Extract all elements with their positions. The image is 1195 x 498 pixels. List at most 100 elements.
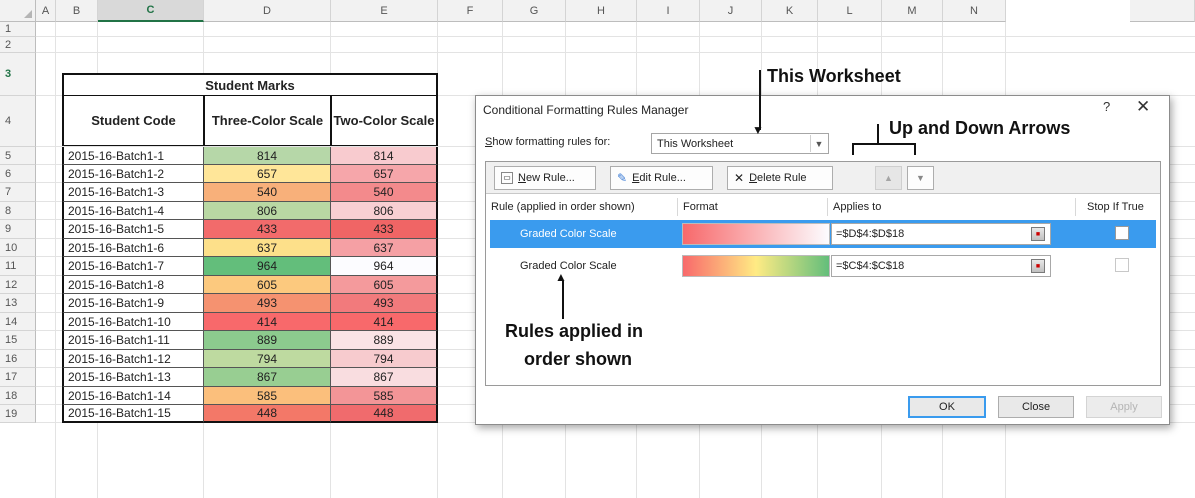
row-header-7[interactable]: 7 [0,183,36,202]
cell-three-color[interactable]: 794 [204,350,331,368]
cell-two-color[interactable]: 964 [331,257,438,276]
cell-three-color[interactable]: 867 [204,368,331,387]
cell-three-color[interactable]: 657 [204,165,331,183]
show-rules-dropdown[interactable]: This Worksheet ▼ [651,133,829,154]
row-header-18[interactable]: 18 [0,387,36,405]
row-header-2[interactable]: 2 [0,37,36,53]
row-header-9[interactable]: 9 [0,220,36,239]
cell-three-color[interactable]: 889 [204,331,331,350]
cell-three-color[interactable]: 585 [204,387,331,405]
cell-two-color[interactable]: 814 [331,147,438,165]
header-student-code[interactable]: Student Code [62,96,204,146]
apply-button[interactable]: Apply [1086,396,1162,418]
applies-to-field[interactable]: =$C$4:$C$18 ■ [831,255,1051,277]
chevron-down-icon[interactable]: ▼ [810,135,827,152]
table-title[interactable]: Student Marks [62,73,438,96]
row-header-19[interactable]: 19 [0,405,36,423]
cell-student-code[interactable]: 2015-16-Batch1-4 [62,202,204,220]
column-header-f[interactable]: F [438,0,503,22]
row-header-10[interactable]: 10 [0,239,36,257]
cell-two-color[interactable]: 889 [331,331,438,350]
cell-two-color[interactable]: 806 [331,202,438,220]
cell-student-code[interactable]: 2015-16-Batch1-1 [62,147,204,165]
delete-rule-button[interactable]: ✕ Delete Rule [727,166,833,190]
column-header-h[interactable]: H [566,0,637,22]
column-header-g[interactable]: G [503,0,566,22]
stop-if-true-checkbox[interactable] [1115,258,1129,272]
row-header-4[interactable]: 4 [0,96,36,147]
cell-student-code[interactable]: 2015-16-Batch1-13 [62,368,204,387]
cell-two-color[interactable]: 433 [331,220,438,239]
cell-two-color[interactable]: 794 [331,350,438,368]
cell-two-color[interactable]: 605 [331,276,438,294]
cell-three-color[interactable]: 414 [204,313,331,331]
row-header-13[interactable]: 13 [0,294,36,313]
cell-three-color[interactable]: 637 [204,239,331,257]
row-header-8[interactable]: 8 [0,202,36,220]
column-header-i[interactable]: I [637,0,700,22]
column-header-d[interactable]: D [204,0,331,22]
cell-three-color[interactable]: 605 [204,276,331,294]
close-icon[interactable]: ✕ [1136,97,1150,117]
column-header-e[interactable]: E [331,0,438,22]
cell-two-color[interactable]: 414 [331,313,438,331]
cell-student-code[interactable]: 2015-16-Batch1-12 [62,350,204,368]
row-header-1[interactable]: 1 [0,22,36,37]
row-header-17[interactable]: 17 [0,368,36,387]
row-header-12[interactable]: 12 [0,276,36,294]
move-up-button[interactable]: ▲ [875,166,902,190]
column-header-j[interactable]: J [700,0,762,22]
cell-three-color[interactable]: 964 [204,257,331,276]
header-three-color[interactable]: Three-Color Scale [204,96,331,146]
cell-student-code[interactable]: 2015-16-Batch1-10 [62,313,204,331]
cell-two-color[interactable]: 637 [331,239,438,257]
ok-button[interactable]: OK [908,396,986,418]
stop-if-true-checkbox[interactable] [1115,226,1129,240]
column-header-l[interactable]: L [818,0,882,22]
help-button[interactable]: ? [1103,99,1110,114]
row-header-14[interactable]: 14 [0,313,36,331]
row-header-3[interactable]: 3 [0,53,36,96]
cell-two-color[interactable]: 493 [331,294,438,313]
cell-three-color[interactable]: 433 [204,220,331,239]
row-header-15[interactable]: 15 [0,331,36,350]
cell-student-code[interactable]: 2015-16-Batch1-11 [62,331,204,350]
cell-two-color[interactable]: 585 [331,387,438,405]
rule-row[interactable]: Graded Color Scale =$D$4:$D$18 ■ [490,220,1156,248]
cell-two-color[interactable]: 657 [331,165,438,183]
column-header-m[interactable]: M [882,0,943,22]
column-header-c[interactable]: C [98,0,204,22]
cell-three-color[interactable]: 814 [204,147,331,165]
rule-row[interactable]: Graded Color Scale =$C$4:$C$18 ■ [490,252,1156,280]
cell-student-code[interactable]: 2015-16-Batch1-8 [62,276,204,294]
cell-two-color[interactable]: 867 [331,368,438,387]
cell-two-color[interactable]: 540 [331,183,438,202]
column-header-a[interactable]: A [36,0,56,22]
range-select-icon[interactable]: ■ [1031,227,1045,241]
close-button[interactable]: Close [998,396,1074,418]
column-header-partial[interactable] [1130,0,1195,22]
row-header-5[interactable]: 5 [0,147,36,165]
cell-student-code[interactable]: 2015-16-Batch1-6 [62,239,204,257]
cell-student-code[interactable]: 2015-16-Batch1-14 [62,387,204,405]
cell-student-code[interactable]: 2015-16-Batch1-9 [62,294,204,313]
move-down-button[interactable]: ▼ [907,166,934,190]
row-header-6[interactable]: 6 [0,165,36,183]
cell-three-color[interactable]: 448 [204,405,331,423]
column-header-n[interactable]: N [943,0,1006,22]
range-select-icon[interactable]: ■ [1031,259,1045,273]
cell-student-code[interactable]: 2015-16-Batch1-7 [62,257,204,276]
cell-three-color[interactable]: 540 [204,183,331,202]
cell-student-code[interactable]: 2015-16-Batch1-5 [62,220,204,239]
header-two-color[interactable]: Two-Color Scale [331,96,438,146]
cell-student-code[interactable]: 2015-16-Batch1-15 [62,405,204,423]
column-header-b[interactable]: B [56,0,98,22]
cell-two-color[interactable]: 448 [331,405,438,423]
select-all-corner[interactable] [0,0,36,22]
applies-to-field[interactable]: =$D$4:$D$18 ■ [831,223,1051,245]
cell-student-code[interactable]: 2015-16-Batch1-3 [62,183,204,202]
edit-rule-button[interactable]: ✎ Edit Rule... [610,166,713,190]
cell-three-color[interactable]: 493 [204,294,331,313]
new-rule-button[interactable]: ▭ New Rule... [494,166,596,190]
cell-student-code[interactable]: 2015-16-Batch1-2 [62,165,204,183]
